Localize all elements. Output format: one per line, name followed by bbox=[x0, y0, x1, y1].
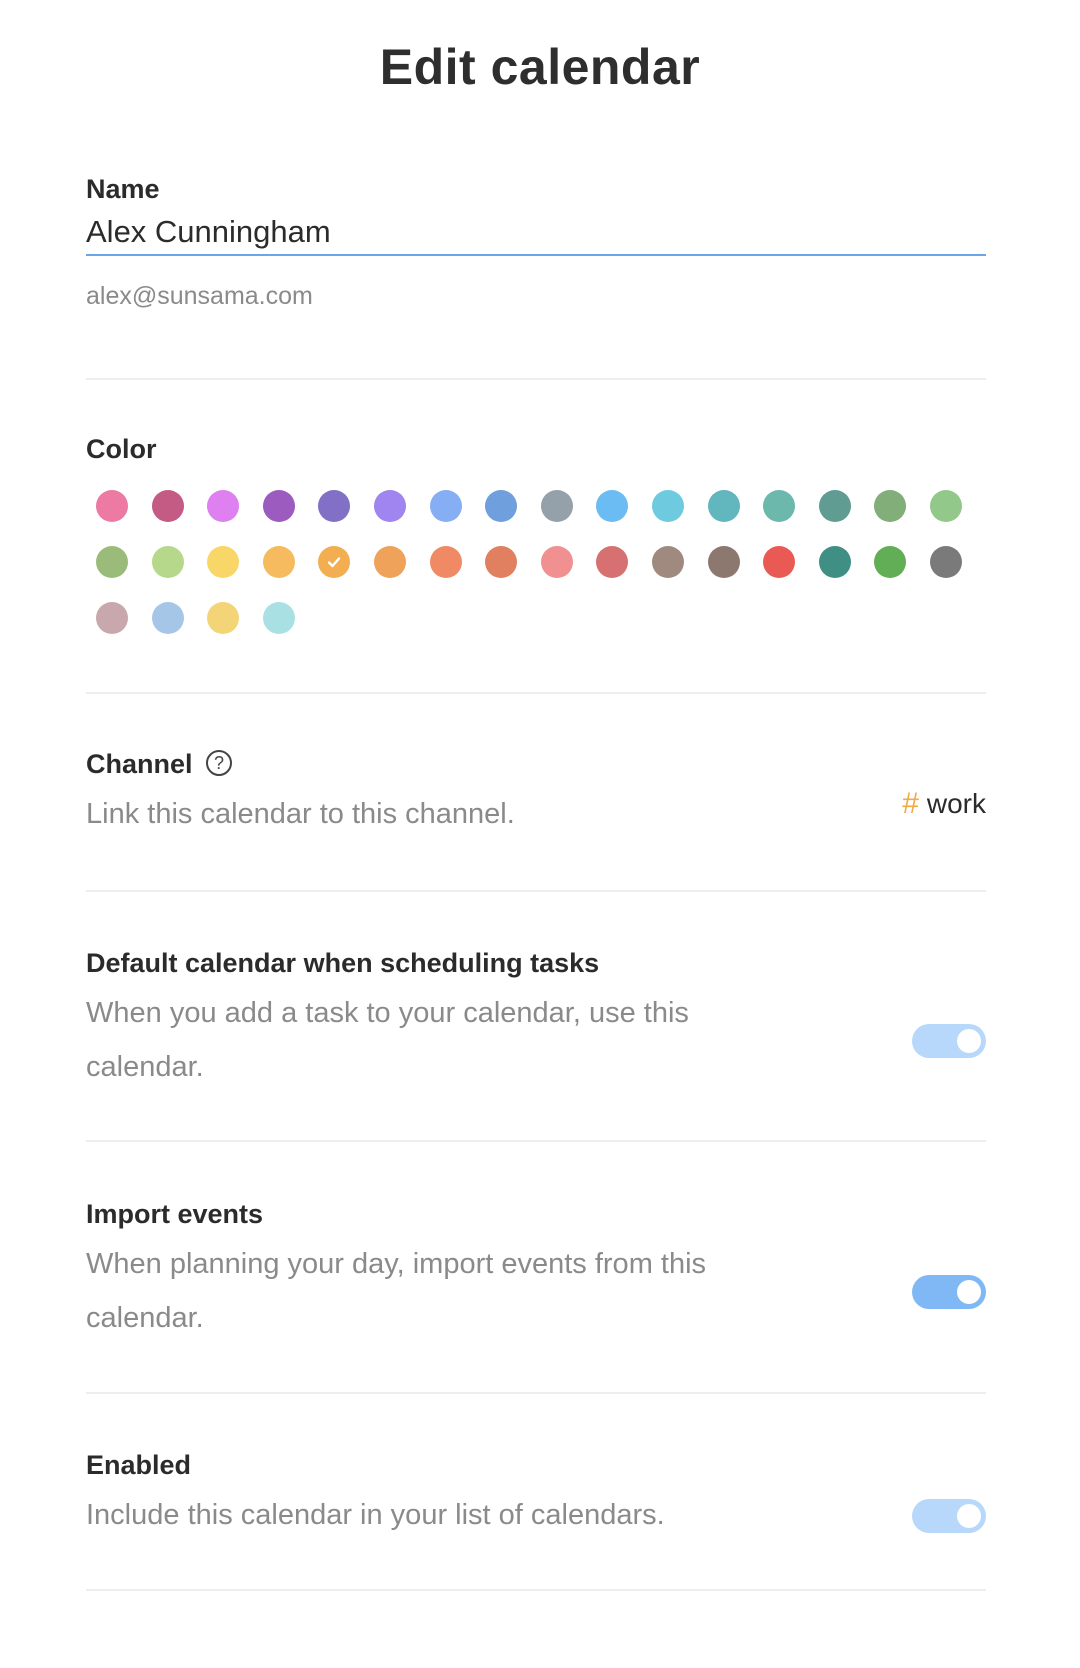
name-label: Name bbox=[86, 174, 160, 204]
checkmark-icon bbox=[327, 557, 341, 568]
channel-name: work bbox=[926, 788, 986, 819]
import-events-toggle[interactable] bbox=[912, 1275, 986, 1309]
toggle-knob bbox=[957, 1504, 981, 1528]
color-label: Color bbox=[86, 434, 157, 464]
color-swatch[interactable] bbox=[430, 490, 462, 522]
color-swatch[interactable] bbox=[430, 546, 462, 578]
page-title: Edit calendar bbox=[379, 39, 701, 95]
divider bbox=[86, 692, 986, 694]
enabled-section: Enabled Include this calendar in your li… bbox=[86, 1448, 986, 1558]
color-swatch[interactable] bbox=[819, 546, 851, 578]
channel-selector[interactable]: # work bbox=[902, 787, 986, 821]
hash-icon: # bbox=[902, 787, 919, 820]
default-calendar-description-line1: When you add a task to your calendar, us… bbox=[86, 997, 689, 1029]
color-swatch[interactable] bbox=[152, 490, 184, 522]
color-swatch[interactable] bbox=[708, 546, 740, 578]
divider bbox=[86, 890, 986, 892]
color-swatch[interactable] bbox=[207, 546, 239, 578]
default-calendar-description-line2: calendar. bbox=[86, 1051, 204, 1083]
import-events-description-line2: calendar. bbox=[86, 1302, 204, 1334]
color-swatch[interactable] bbox=[318, 490, 350, 522]
name-section: Name alex@sunsama.com bbox=[86, 172, 986, 332]
enabled-description: Include this calendar in your list of ca… bbox=[86, 1499, 665, 1531]
color-swatch[interactable] bbox=[152, 602, 184, 634]
color-swatch[interactable] bbox=[263, 546, 295, 578]
channel-label-row: Channel ? bbox=[86, 747, 986, 781]
import-events-description-line1: When planning your day, import events fr… bbox=[86, 1248, 707, 1280]
color-swatch[interactable] bbox=[263, 490, 295, 522]
divider bbox=[86, 1589, 986, 1591]
enabled-label: Enabled bbox=[86, 1450, 192, 1480]
color-swatch[interactable] bbox=[596, 546, 628, 578]
channel-description: Link this calendar to this channel. bbox=[86, 798, 515, 830]
divider bbox=[86, 1392, 986, 1394]
toggle-knob bbox=[957, 1029, 981, 1053]
default-calendar-label: Default calendar when scheduling tasks bbox=[86, 948, 600, 978]
color-swatch[interactable] bbox=[930, 490, 962, 522]
color-swatch[interactable] bbox=[930, 546, 962, 578]
color-swatch[interactable] bbox=[763, 546, 795, 578]
color-swatch[interactable] bbox=[96, 602, 128, 634]
channel-section: Channel ? Link this calendar to this cha… bbox=[86, 747, 986, 847]
color-swatch[interactable] bbox=[207, 490, 239, 522]
color-section: Color bbox=[86, 432, 986, 634]
color-swatch[interactable] bbox=[763, 490, 795, 522]
color-swatch[interactable] bbox=[318, 546, 350, 578]
import-events-label: Import events bbox=[86, 1199, 264, 1229]
color-swatch[interactable] bbox=[541, 490, 573, 522]
default-calendar-section: Default calendar when scheduling tasks W… bbox=[86, 946, 986, 1106]
color-swatch[interactable] bbox=[485, 546, 517, 578]
color-swatch[interactable] bbox=[374, 490, 406, 522]
default-calendar-toggle[interactable] bbox=[912, 1024, 986, 1058]
color-swatch[interactable] bbox=[96, 490, 128, 522]
color-swatch[interactable] bbox=[263, 602, 295, 634]
color-swatch[interactable] bbox=[874, 546, 906, 578]
color-swatch[interactable] bbox=[652, 490, 684, 522]
question-circle-icon[interactable]: ? bbox=[206, 749, 233, 776]
color-swatch[interactable] bbox=[207, 602, 239, 634]
color-swatch[interactable] bbox=[708, 490, 740, 522]
email-text: alex@sunsama.com bbox=[86, 282, 313, 310]
color-swatch[interactable] bbox=[374, 546, 406, 578]
color-swatch[interactable] bbox=[874, 490, 906, 522]
color-swatch[interactable] bbox=[96, 546, 128, 578]
color-swatch[interactable] bbox=[541, 546, 573, 578]
edit-calendar-page: Edit calendar Name alex@sunsama.com Colo… bbox=[0, 0, 1080, 1668]
color-swatch[interactable] bbox=[596, 490, 628, 522]
enabled-toggle[interactable] bbox=[912, 1499, 986, 1533]
color-swatch[interactable] bbox=[652, 546, 684, 578]
channel-label: Channel bbox=[86, 749, 193, 779]
divider bbox=[86, 378, 986, 380]
color-swatch[interactable] bbox=[819, 490, 851, 522]
toggle-knob bbox=[957, 1280, 981, 1304]
divider bbox=[86, 1140, 986, 1142]
color-swatch[interactable] bbox=[485, 490, 517, 522]
name-input[interactable] bbox=[86, 216, 986, 256]
import-events-section: Import events When planning your day, im… bbox=[86, 1197, 986, 1357]
color-swatch[interactable] bbox=[152, 546, 184, 578]
